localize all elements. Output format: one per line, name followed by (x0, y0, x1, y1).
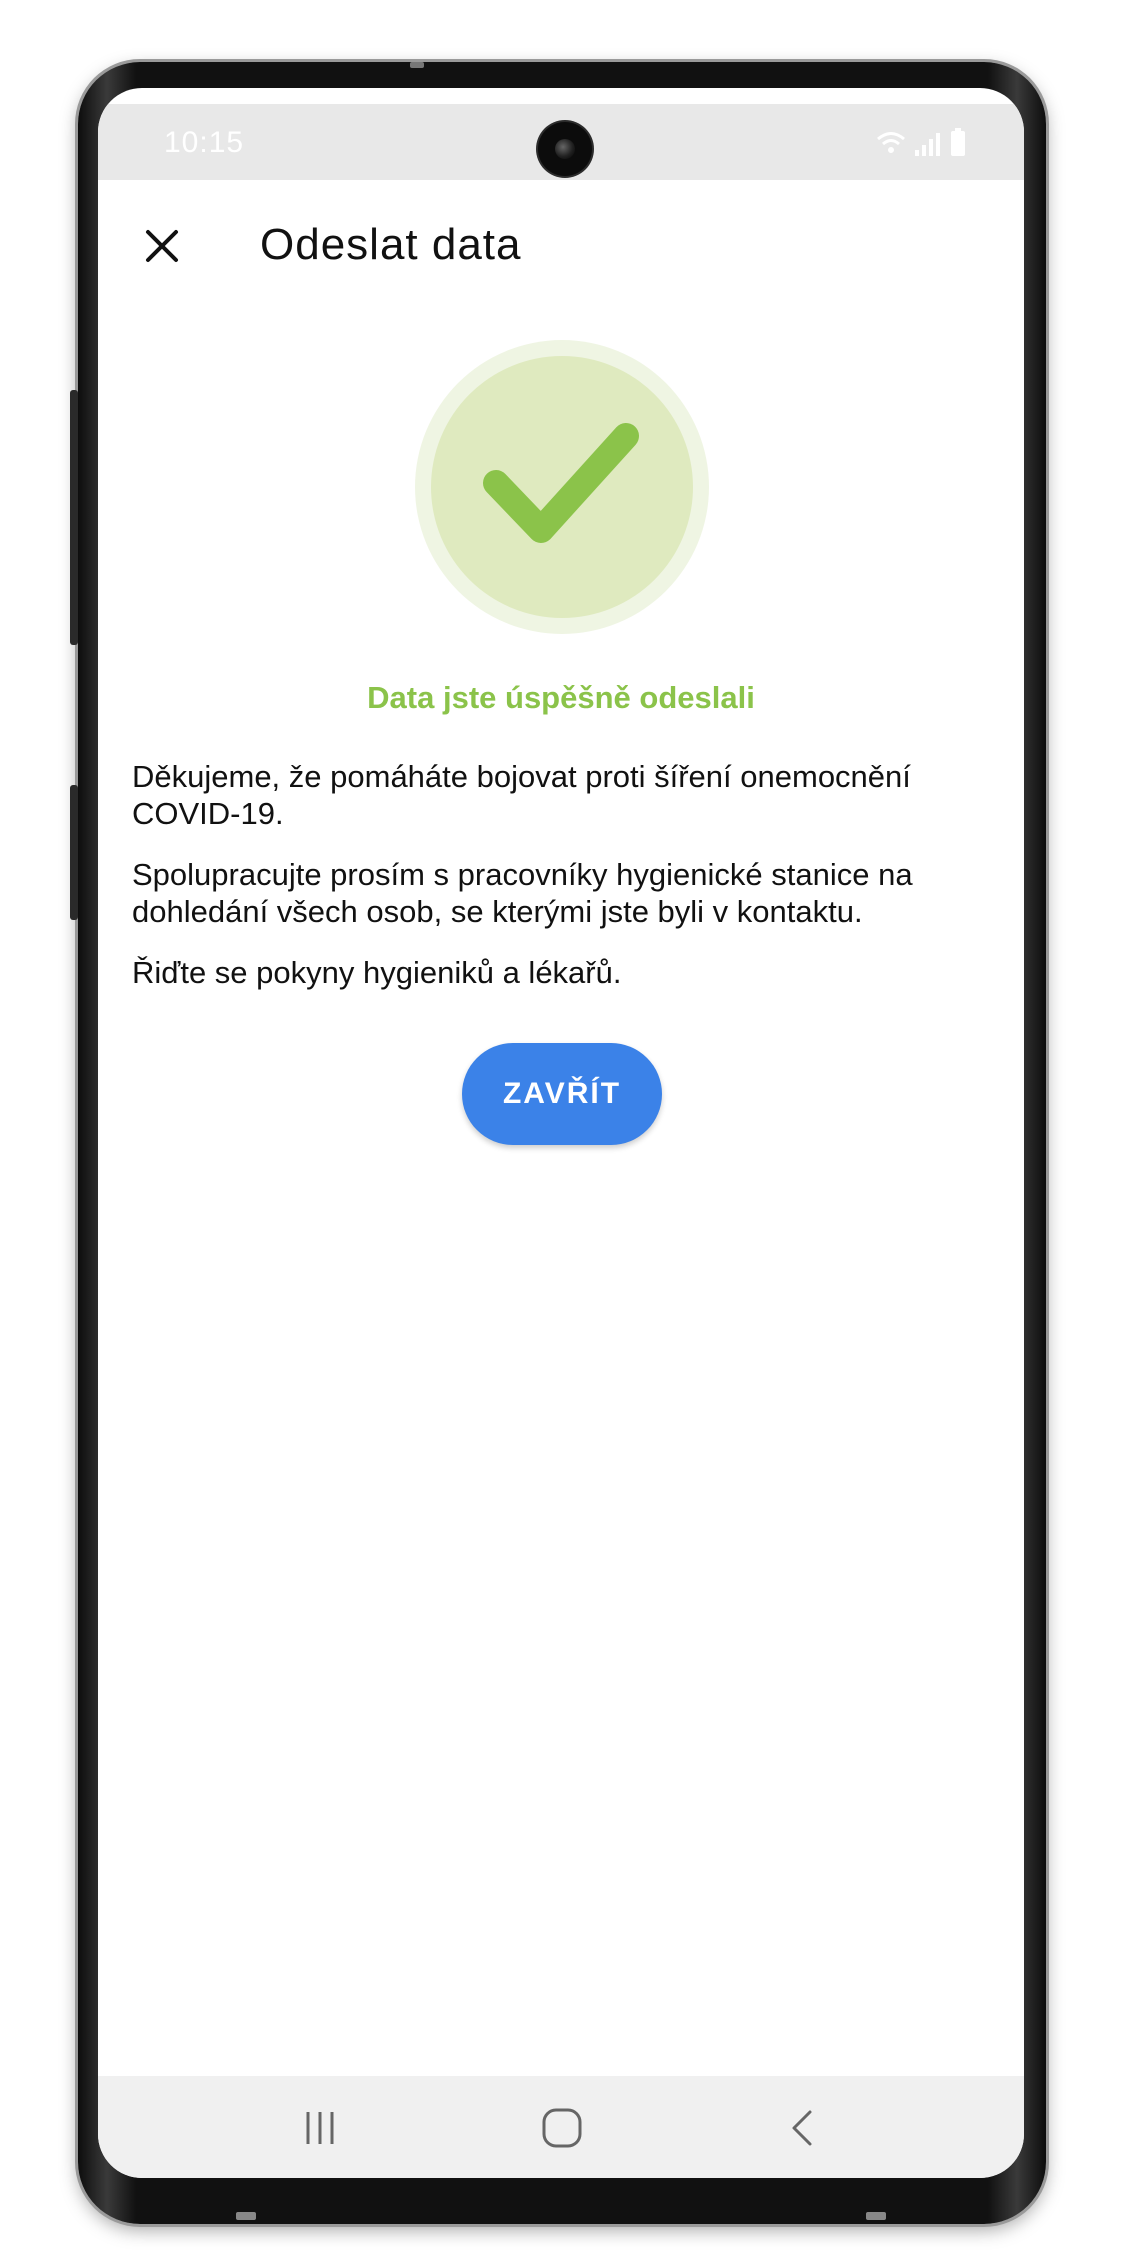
battery-icon (951, 128, 965, 156)
home-icon (542, 2108, 582, 2148)
close-action-button[interactable]: ZAVŘÍT (462, 1043, 662, 1145)
recent-apps-icon (306, 2112, 334, 2144)
front-camera (538, 122, 592, 176)
frame-antenna-line (410, 62, 424, 68)
back-button[interactable] (772, 2100, 832, 2156)
instructions-paragraph: Řiďte se pokyny hygieniků a lékařů. (132, 955, 622, 990)
close-button[interactable] (132, 216, 192, 276)
phone-screen: 10:15 Odeslat data Data jste úspěšně ode… (98, 88, 1024, 2178)
status-bar: 10:15 (98, 104, 1024, 180)
frame-antenna-line (866, 2212, 886, 2220)
signal-icon (915, 133, 940, 156)
thanks-paragraph: Děkujeme, že pomáháte bojovat proti šíře… (132, 759, 911, 831)
system-nav-bar (98, 2076, 1024, 2178)
volume-button (70, 390, 78, 645)
success-heading: Data jste úspěšně odeslali (367, 680, 755, 715)
home-button[interactable] (532, 2100, 592, 2156)
back-icon (792, 2110, 812, 2146)
status-icons (876, 128, 966, 156)
wifi-icon (877, 132, 905, 153)
close-icon (146, 230, 178, 262)
cooperate-paragraph: Spolupracujte prosím s pracovníky hygien… (132, 857, 913, 929)
recent-apps-button[interactable] (290, 2100, 350, 2156)
power-button (70, 785, 78, 920)
status-time: 10:15 (164, 126, 245, 159)
app-bar: Odeslat data (98, 198, 1024, 298)
page-title: Odeslat data (260, 220, 522, 269)
check-icon (483, 423, 639, 543)
frame-antenna-line (236, 2212, 256, 2220)
